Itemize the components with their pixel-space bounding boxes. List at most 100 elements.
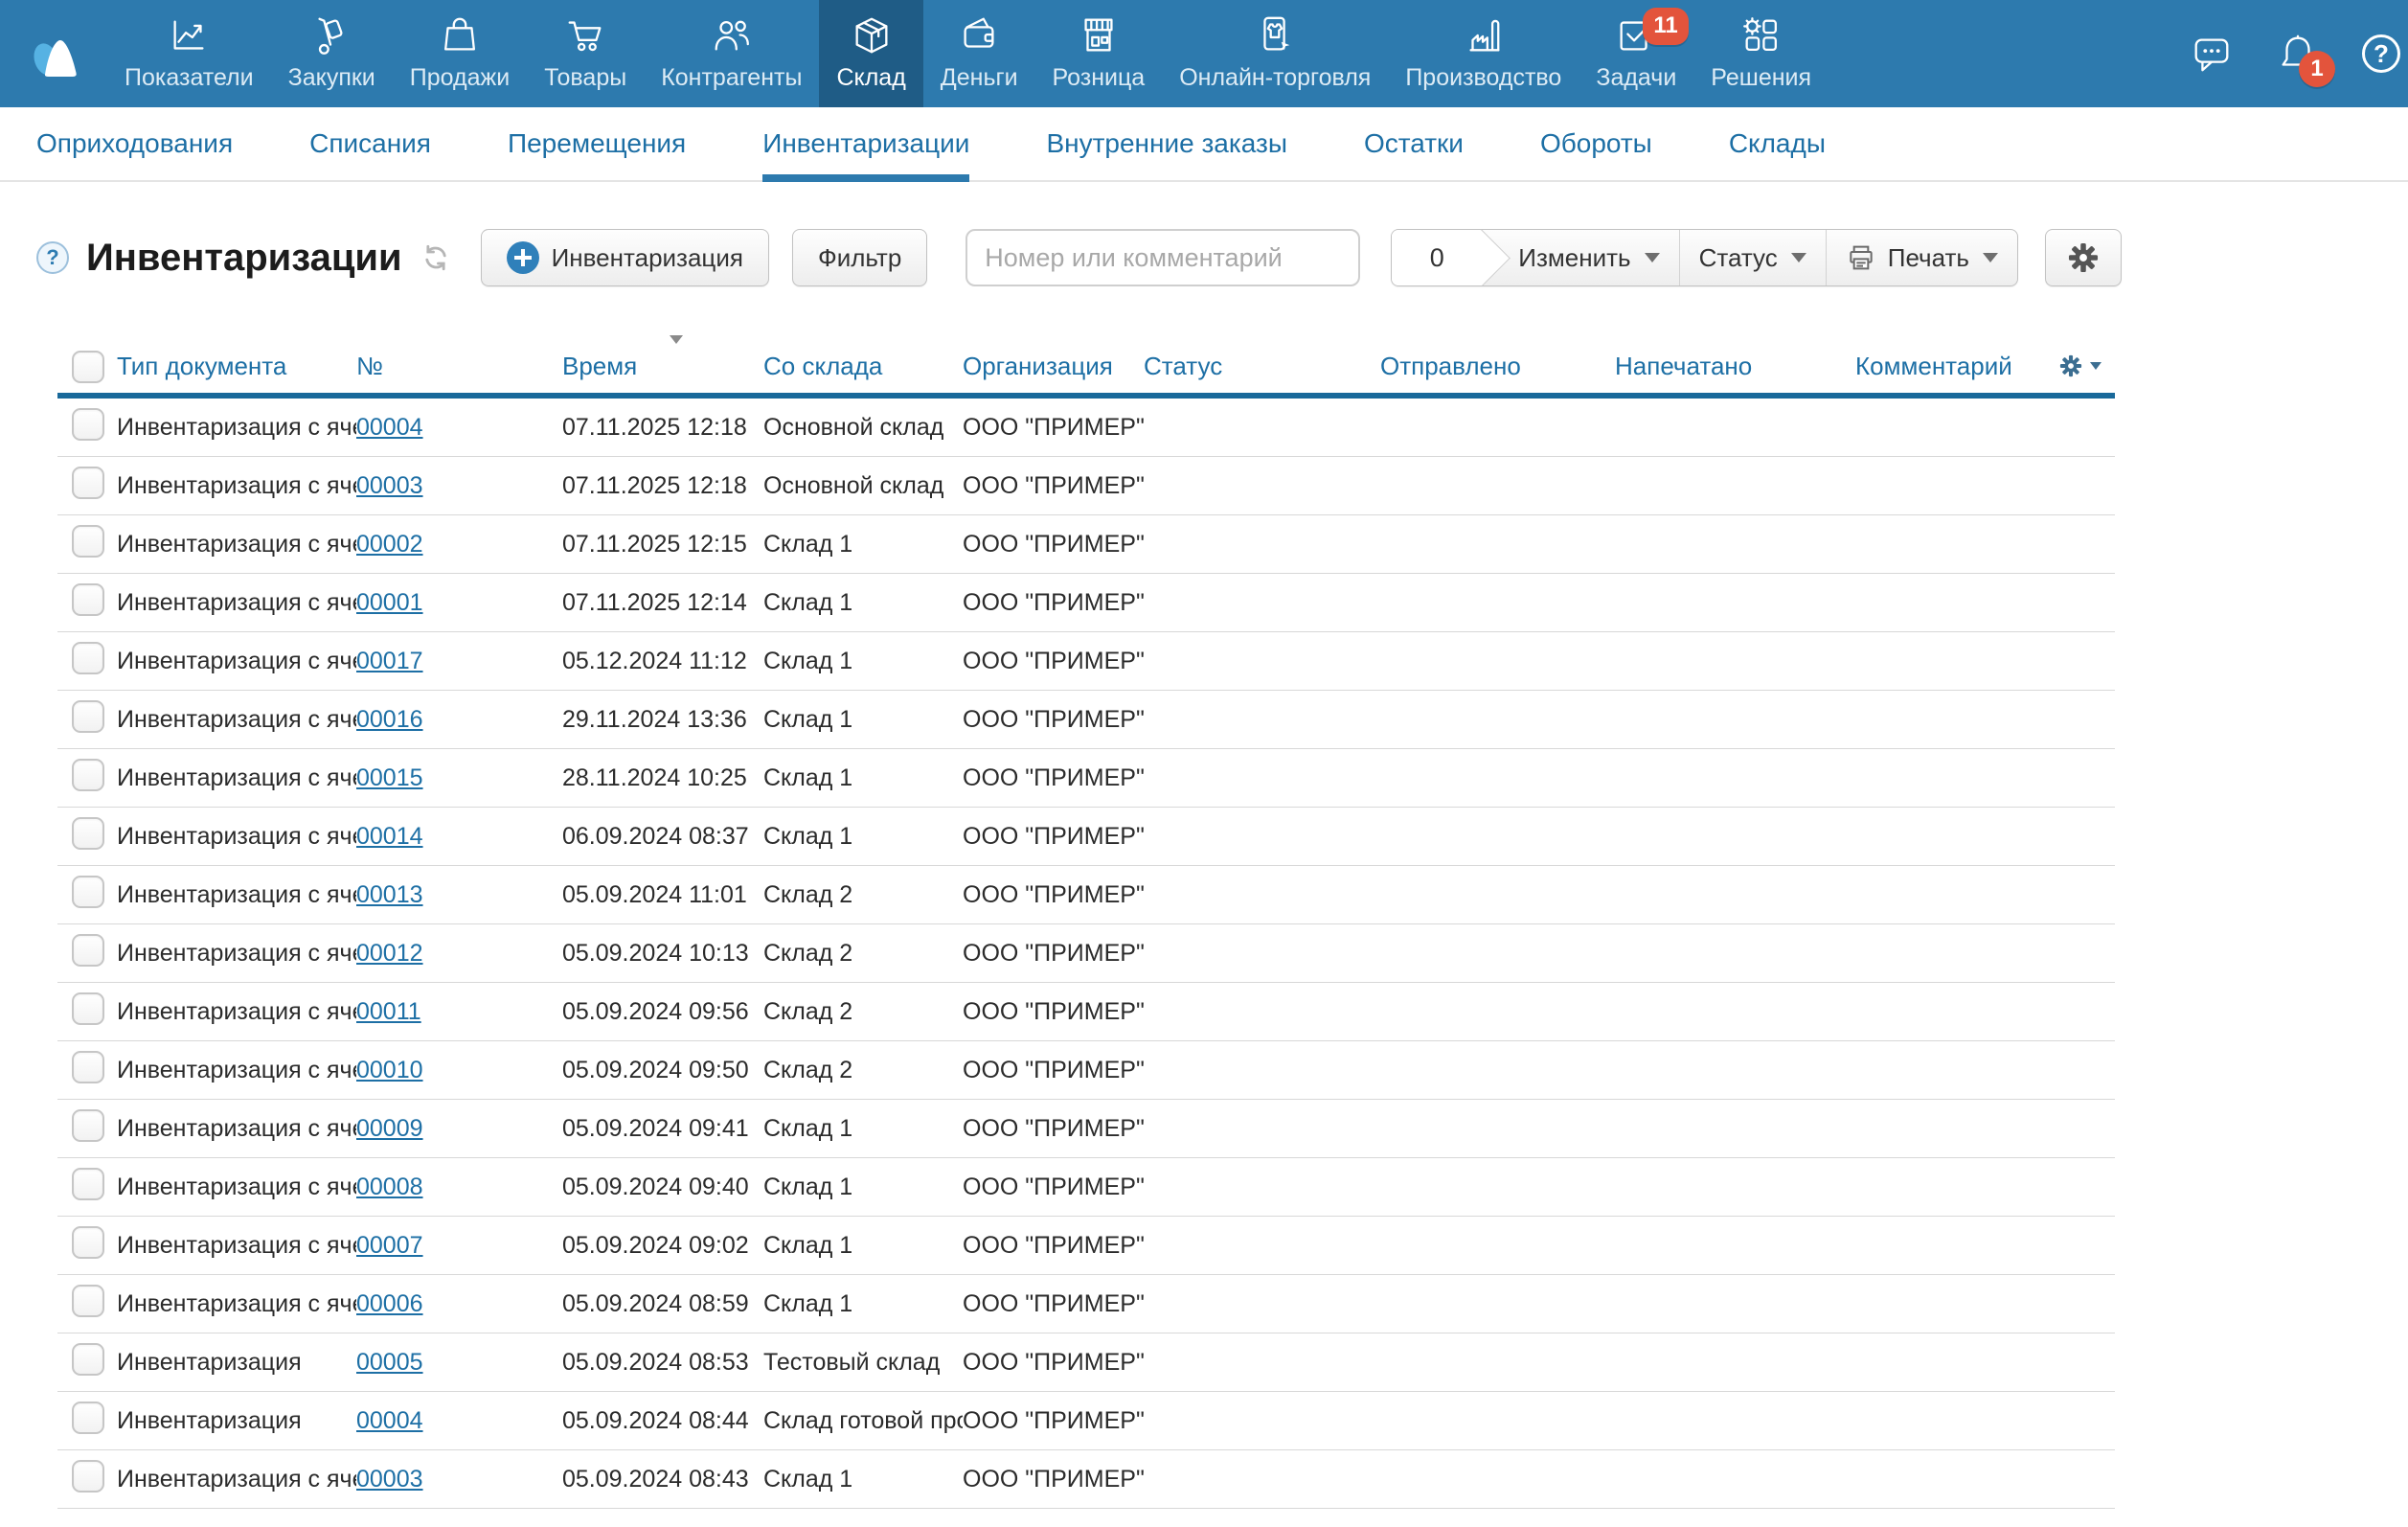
document-link[interactable]: 00014 bbox=[356, 823, 423, 850]
table-row[interactable]: Инвентаризация с ячей0000407.11.2025 12:… bbox=[57, 399, 2115, 457]
table-row[interactable]: Инвентаризация с ячей0001406.09.2024 08:… bbox=[57, 808, 2115, 866]
row-checkbox[interactable] bbox=[72, 934, 104, 967]
app-logo[interactable] bbox=[0, 0, 107, 107]
document-link[interactable]: 00008 bbox=[356, 1174, 423, 1200]
document-link[interactable]: 00003 bbox=[356, 1466, 423, 1493]
table-row[interactable]: Инвентаризация с ячей0000207.11.2025 12:… bbox=[57, 515, 2115, 574]
row-checkbox[interactable] bbox=[72, 700, 104, 733]
nav-item-retail[interactable]: Розница bbox=[1035, 0, 1163, 107]
document-link[interactable]: 00009 bbox=[356, 1115, 423, 1142]
column-header-sent[interactable]: Отправлено bbox=[1380, 331, 1615, 393]
tab-обороты[interactable]: Обороты bbox=[1540, 107, 1652, 180]
column-header-number[interactable]: № bbox=[356, 331, 562, 393]
nav-item-warehouse[interactable]: Склад bbox=[819, 0, 922, 107]
column-header-status[interactable]: Статус bbox=[1144, 331, 1380, 393]
row-checkbox[interactable] bbox=[72, 759, 104, 791]
refresh-icon[interactable] bbox=[420, 241, 452, 274]
nav-item-online-trade[interactable]: Онлайн-торговля bbox=[1162, 0, 1388, 107]
table-row[interactable]: Инвентаризация с ячей0000307.11.2025 12:… bbox=[57, 457, 2115, 515]
row-checkbox[interactable] bbox=[72, 1109, 104, 1142]
nav-item-indicators[interactable]: Показатели bbox=[107, 0, 271, 107]
document-link[interactable]: 00017 bbox=[356, 648, 423, 674]
nav-item-counterparties[interactable]: Контрагенты bbox=[644, 0, 819, 107]
tab-остатки[interactable]: Остатки bbox=[1364, 107, 1464, 180]
column-settings-button[interactable] bbox=[2057, 353, 2101, 379]
document-link[interactable]: 00013 bbox=[356, 881, 423, 908]
row-checkbox[interactable] bbox=[72, 408, 104, 441]
edit-dropdown[interactable]: Изменить bbox=[1482, 230, 1678, 285]
document-link[interactable]: 00002 bbox=[356, 531, 423, 558]
page-help-icon[interactable]: ? bbox=[36, 241, 69, 274]
filter-button[interactable]: Фильтр bbox=[792, 229, 927, 286]
row-checkbox[interactable] bbox=[72, 583, 104, 616]
tab-склады[interactable]: Склады bbox=[1729, 107, 1826, 180]
tab-списания[interactable]: Списания bbox=[309, 107, 431, 180]
select-all-checkbox[interactable] bbox=[72, 351, 104, 383]
row-checkbox[interactable] bbox=[72, 1168, 104, 1200]
document-link[interactable]: 00006 bbox=[356, 1290, 423, 1317]
nav-item-purchases[interactable]: Закупки bbox=[271, 0, 393, 107]
column-header-time[interactable]: Время bbox=[562, 331, 754, 393]
nav-item-sales[interactable]: Продажи bbox=[393, 0, 527, 107]
column-header-type[interactable]: Тип документа bbox=[117, 331, 356, 393]
column-header-comment[interactable]: Комментарий bbox=[1855, 331, 2031, 393]
nav-item-solutions[interactable]: Решения bbox=[1693, 0, 1829, 107]
document-link[interactable]: 00012 bbox=[356, 940, 423, 967]
row-checkbox[interactable] bbox=[72, 1226, 104, 1259]
row-checkbox[interactable] bbox=[72, 876, 104, 908]
row-checkbox[interactable] bbox=[72, 525, 104, 558]
document-link[interactable]: 00007 bbox=[356, 1232, 423, 1259]
print-dropdown[interactable]: Печать bbox=[1826, 230, 2017, 285]
create-inventory-button[interactable]: Инвентаризация bbox=[481, 229, 769, 286]
column-header-org[interactable]: Организация bbox=[963, 331, 1144, 393]
nav-item-production[interactable]: Производство bbox=[1388, 0, 1579, 107]
table-row[interactable]: Инвентаризация с ячей0001305.09.2024 11:… bbox=[57, 866, 2115, 924]
table-row[interactable]: Инвентаризация с ячей0000805.09.2024 09:… bbox=[57, 1158, 2115, 1217]
table-row[interactable]: Инвентаризация с ячей0001629.11.2024 13:… bbox=[57, 691, 2115, 749]
document-link[interactable]: 00004 bbox=[356, 414, 423, 441]
row-checkbox[interactable] bbox=[72, 1402, 104, 1434]
chat-icon[interactable] bbox=[2190, 32, 2234, 76]
status-dropdown[interactable]: Статус bbox=[1679, 230, 1826, 285]
search-input[interactable] bbox=[965, 229, 1360, 286]
document-link[interactable]: 00015 bbox=[356, 764, 423, 791]
table-row[interactable]: Инвентаризация с ячей0001528.11.2024 10:… bbox=[57, 749, 2115, 808]
table-row[interactable]: Инвентаризация с ячей0001105.09.2024 09:… bbox=[57, 983, 2115, 1041]
table-row[interactable]: Инвентаризация с ячей0000905.09.2024 09:… bbox=[57, 1100, 2115, 1158]
settings-button[interactable] bbox=[2045, 229, 2122, 286]
document-link[interactable]: 00004 bbox=[356, 1407, 423, 1434]
bell-icon[interactable]: 1 bbox=[2276, 32, 2320, 76]
column-header-printed[interactable]: Напечатано bbox=[1615, 331, 1855, 393]
nav-item-tasks[interactable]: 11Задачи bbox=[1579, 0, 1693, 107]
row-checkbox[interactable] bbox=[72, 992, 104, 1025]
tab-инвентаризации[interactable]: Инвентаризации bbox=[762, 107, 969, 180]
tab-оприходования[interactable]: Оприходования bbox=[36, 107, 233, 180]
row-checkbox[interactable] bbox=[72, 817, 104, 850]
document-link[interactable]: 00016 bbox=[356, 706, 423, 733]
document-link[interactable]: 00010 bbox=[356, 1057, 423, 1083]
column-header-from[interactable]: Со склада bbox=[754, 331, 963, 393]
table-row[interactable]: Инвентаризация с ячей0000705.09.2024 09:… bbox=[57, 1217, 2115, 1275]
table-row[interactable]: Инвентаризация с ячей0000605.09.2024 08:… bbox=[57, 1275, 2115, 1333]
table-row[interactable]: Инвентаризация0000405.09.2024 08:44Склад… bbox=[57, 1392, 2115, 1450]
nav-item-products[interactable]: Товары bbox=[527, 0, 644, 107]
row-checkbox[interactable] bbox=[72, 642, 104, 674]
row-checkbox[interactable] bbox=[72, 1460, 104, 1493]
table-row[interactable]: Инвентаризация с ячей0001005.09.2024 09:… bbox=[57, 1041, 2115, 1100]
row-checkbox[interactable] bbox=[72, 1051, 104, 1083]
row-checkbox[interactable] bbox=[72, 1343, 104, 1376]
document-link[interactable]: 00001 bbox=[356, 589, 423, 616]
table-row[interactable]: Инвентаризация0000505.09.2024 08:53Тесто… bbox=[57, 1333, 2115, 1392]
table-row[interactable]: Инвентаризация с ячей0000107.11.2025 12:… bbox=[57, 574, 2115, 632]
document-link[interactable]: 00011 bbox=[356, 998, 421, 1025]
nav-item-money[interactable]: Деньги bbox=[923, 0, 1035, 107]
tab-перемещения[interactable]: Перемещения bbox=[508, 107, 686, 180]
row-checkbox[interactable] bbox=[72, 1285, 104, 1317]
document-link[interactable]: 00003 bbox=[356, 472, 423, 499]
table-row[interactable]: Инвентаризация с ячей0001705.12.2024 11:… bbox=[57, 632, 2115, 691]
document-link[interactable]: 00005 bbox=[356, 1349, 423, 1376]
tab-внутренние заказы[interactable]: Внутренние заказы bbox=[1046, 107, 1287, 180]
table-row[interactable]: Инвентаризация с ячей0000305.09.2024 08:… bbox=[57, 1450, 2115, 1509]
help-icon[interactable]: ? bbox=[2362, 34, 2400, 73]
row-checkbox[interactable] bbox=[72, 467, 104, 499]
